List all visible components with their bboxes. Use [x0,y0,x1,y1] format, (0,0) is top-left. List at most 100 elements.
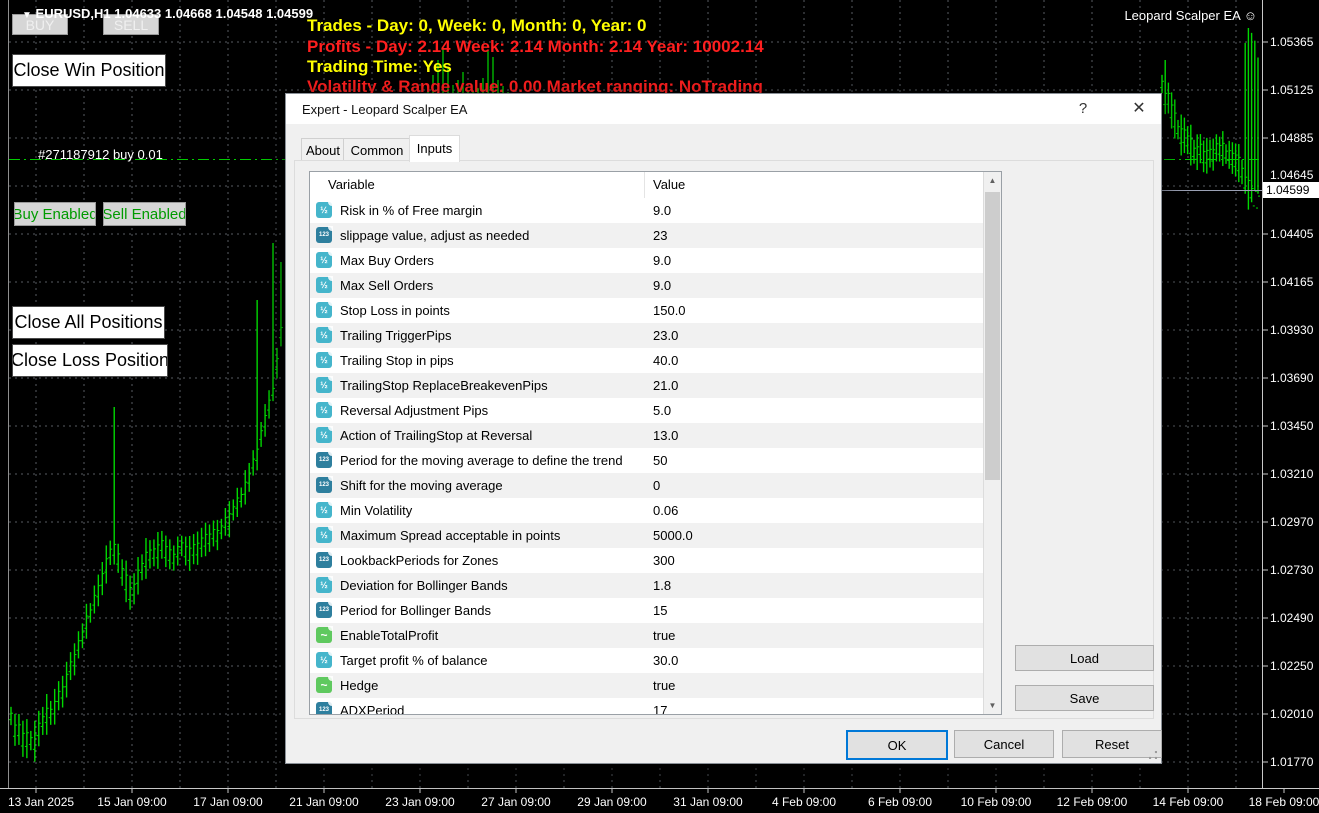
double-type-icon: ½ [316,502,332,518]
price-axis-label: 1.01770 [1270,755,1313,769]
input-row-hedge[interactable]: ~Hedgetrue [310,673,984,699]
variable-value[interactable]: 50 [653,453,667,468]
input-row-deviation-for-bollinger-bands[interactable]: ½Deviation for Bollinger Bands1.8 [310,573,984,599]
variable-value[interactable]: 30.0 [653,653,678,668]
input-row-trailing-triggerpips[interactable]: ½Trailing TriggerPips23.0 [310,323,984,349]
variable-value[interactable]: 0 [653,478,660,493]
tab-common[interactable]: Common [343,138,411,162]
input-row-reversal-adjustment-pips[interactable]: ½ Reversal Adjustment Pips 5.0 [310,398,984,424]
reset-button[interactable]: Reset [1062,730,1162,758]
variable-value[interactable]: 17 [653,703,667,715]
input-row-adxperiod[interactable]: 123ADXPeriod17 [310,698,984,715]
input-row-max-sell-orders[interactable]: ½Max Sell Orders9.0 [310,273,984,299]
time-axis-label: 18 Feb 09:00 [1249,795,1319,809]
input-row-shift-for-the-moving-average[interactable]: 123Shift for the moving average0 [310,473,984,499]
symbol-dropdown-icon[interactable]: ▼ [22,10,32,21]
variable-value[interactable]: 5000.0 [653,528,693,543]
variable-name: Max Sell Orders [340,278,433,293]
close-all-positions-button[interactable]: Close All Positions [12,306,165,339]
tab-inputs[interactable]: Inputs [409,135,460,162]
save-button[interactable]: Save [1015,685,1154,711]
input-row-lookbackperiods-for-zones[interactable]: 123LookbackPeriods for Zones300 [310,548,984,574]
double-type-icon: ½ [316,252,332,268]
time-axis-label: 17 Jan 09:00 [193,795,262,809]
vertical-scrollbar[interactable]: ▲ ▼ [983,172,1001,714]
double-type-icon: ½ [316,527,332,543]
variable-value[interactable]: 5.0 [653,403,671,418]
variable-value[interactable]: 9.0 [653,278,671,293]
variable-value[interactable]: 23 [653,228,667,243]
variable-value[interactable]: 21.0 [653,378,678,393]
input-row-period-for-the-moving-average-to-define-the-trend[interactable]: 123 Period for the moving average to defi… [310,448,984,474]
cancel-button[interactable]: Cancel [954,730,1054,758]
input-row-min-volatility[interactable]: ½Min Volatility0.06 [310,498,984,524]
input-row-target-profit-of-balance[interactable]: ½Target profit % of balance30.0 [310,648,984,674]
open-position-label: #271187912 buy 0.01 [38,147,163,162]
price-axis-label: 1.04165 [1270,275,1313,289]
variable-name: slippage value, adjust as needed [340,228,529,243]
input-row-trailing-stop-in-pips[interactable]: ½ Trailing Stop in pips 40.0 [310,348,984,374]
expert-settings-dialog: Expert - Leopard Scalper EA ? ✕ About Co… [285,93,1162,764]
double-type-icon: ½ [316,577,332,593]
int-type-icon: 123 [316,452,332,468]
variable-name: Target profit % of balance [340,653,487,668]
ea-name-label: Leopard Scalper EA ☺ [1124,8,1257,23]
variable-value[interactable]: 0.06 [653,503,678,518]
variable-value[interactable]: 1.8 [653,578,671,593]
load-button[interactable]: Load [1015,645,1154,671]
tab-about[interactable]: About [301,138,345,162]
dialog-titlebar[interactable]: Expert - Leopard Scalper EA ? ✕ [286,94,1161,124]
sell-enabled-button[interactable]: Sell Enabled [103,202,186,226]
input-row-trailingstop-replacebreakevenpips[interactable]: ½TrailingStop ReplaceBreakevenPips21.0 [310,373,984,399]
time-axis-label: 23 Jan 09:00 [385,795,454,809]
variable-value[interactable]: 9.0 [653,203,671,218]
ea-smiley-icon: ☺ [1244,8,1257,23]
input-row-action-of-trailingstop-at-reversal[interactable]: ½Action of TrailingStop at Reversal13.0 [310,423,984,449]
resize-grip[interactable] [1149,751,1157,759]
variable-value[interactable]: 150.0 [653,303,686,318]
variable-value[interactable]: true [653,628,675,643]
variable-name: Period for the moving average to define … [340,453,623,468]
variable-value[interactable]: 300 [653,553,675,568]
variable-name: Action of TrailingStop at Reversal [340,428,532,443]
symbol-info: ▼ EURUSD,H1 1.04633 1.04668 1.04548 1.04… [22,6,313,21]
dialog-title: Expert - Leopard Scalper EA [302,102,467,117]
double-type-icon: ½ [316,402,332,418]
help-icon[interactable]: ? [1071,98,1095,120]
scroll-down-icon[interactable]: ▼ [984,697,1001,714]
price-axis-label: 1.04645 [1270,168,1313,182]
input-row-risk-in-of-free-margin[interactable]: ½Risk in % of Free margin9.0 [310,198,984,224]
time-axis-label: 14 Feb 09:00 [1153,795,1224,809]
variable-value[interactable]: 40.0 [653,353,678,368]
variable-name: TrailingStop ReplaceBreakevenPips [340,378,548,393]
scrollbar-thumb[interactable] [985,192,1000,480]
input-row-stop-loss-in-points[interactable]: ½Stop Loss in points150.0 [310,298,984,324]
close-win-position-button[interactable]: Close Win Position [12,54,166,87]
input-row-enabletotalprofit[interactable]: ~EnableTotalProfittrue [310,623,984,649]
price-axis-label: 1.04885 [1270,131,1313,145]
variable-name: Reversal Adjustment Pips [340,403,488,418]
input-row-slippage-value-adjust-as-needed[interactable]: 123slippage value, adjust as needed23 [310,223,984,249]
trading-time-line: Trading Time: Yes [307,57,452,77]
input-row-max-buy-orders[interactable]: ½Max Buy Orders9.0 [310,248,984,274]
variable-name: Risk in % of Free margin [340,203,482,218]
scroll-up-icon[interactable]: ▲ [984,172,1001,189]
input-row-maximum-spread-acceptable-in-points[interactable]: ½ Maximum Spread acceptable in points 5000… [310,523,984,549]
double-type-icon: ½ [316,352,332,368]
variable-value[interactable]: 13.0 [653,428,678,443]
variable-name: Shift for the moving average [340,478,503,493]
variable-name: Maximum Spread acceptable in points [340,528,560,543]
buy-enabled-button[interactable]: Buy Enabled [14,202,96,226]
variable-value[interactable]: true [653,678,675,693]
table-header: Variable Value [310,172,984,199]
input-row-period-for-bollinger-bands[interactable]: 123Period for Bollinger Bands15 [310,598,984,624]
close-loss-position-button[interactable]: Close Loss Position [12,344,168,377]
inputs-table[interactable]: Variable Value ½ Risk in % of Free margin… [309,171,1002,715]
time-axis-label: 10 Feb 09:00 [961,795,1032,809]
variable-name: Trailing Stop in pips [340,353,454,368]
ok-button[interactable]: OK [846,730,948,760]
close-icon[interactable]: ✕ [1127,98,1151,120]
variable-value[interactable]: 9.0 [653,253,671,268]
variable-value[interactable]: 23.0 [653,328,678,343]
variable-value[interactable]: 15 [653,603,667,618]
